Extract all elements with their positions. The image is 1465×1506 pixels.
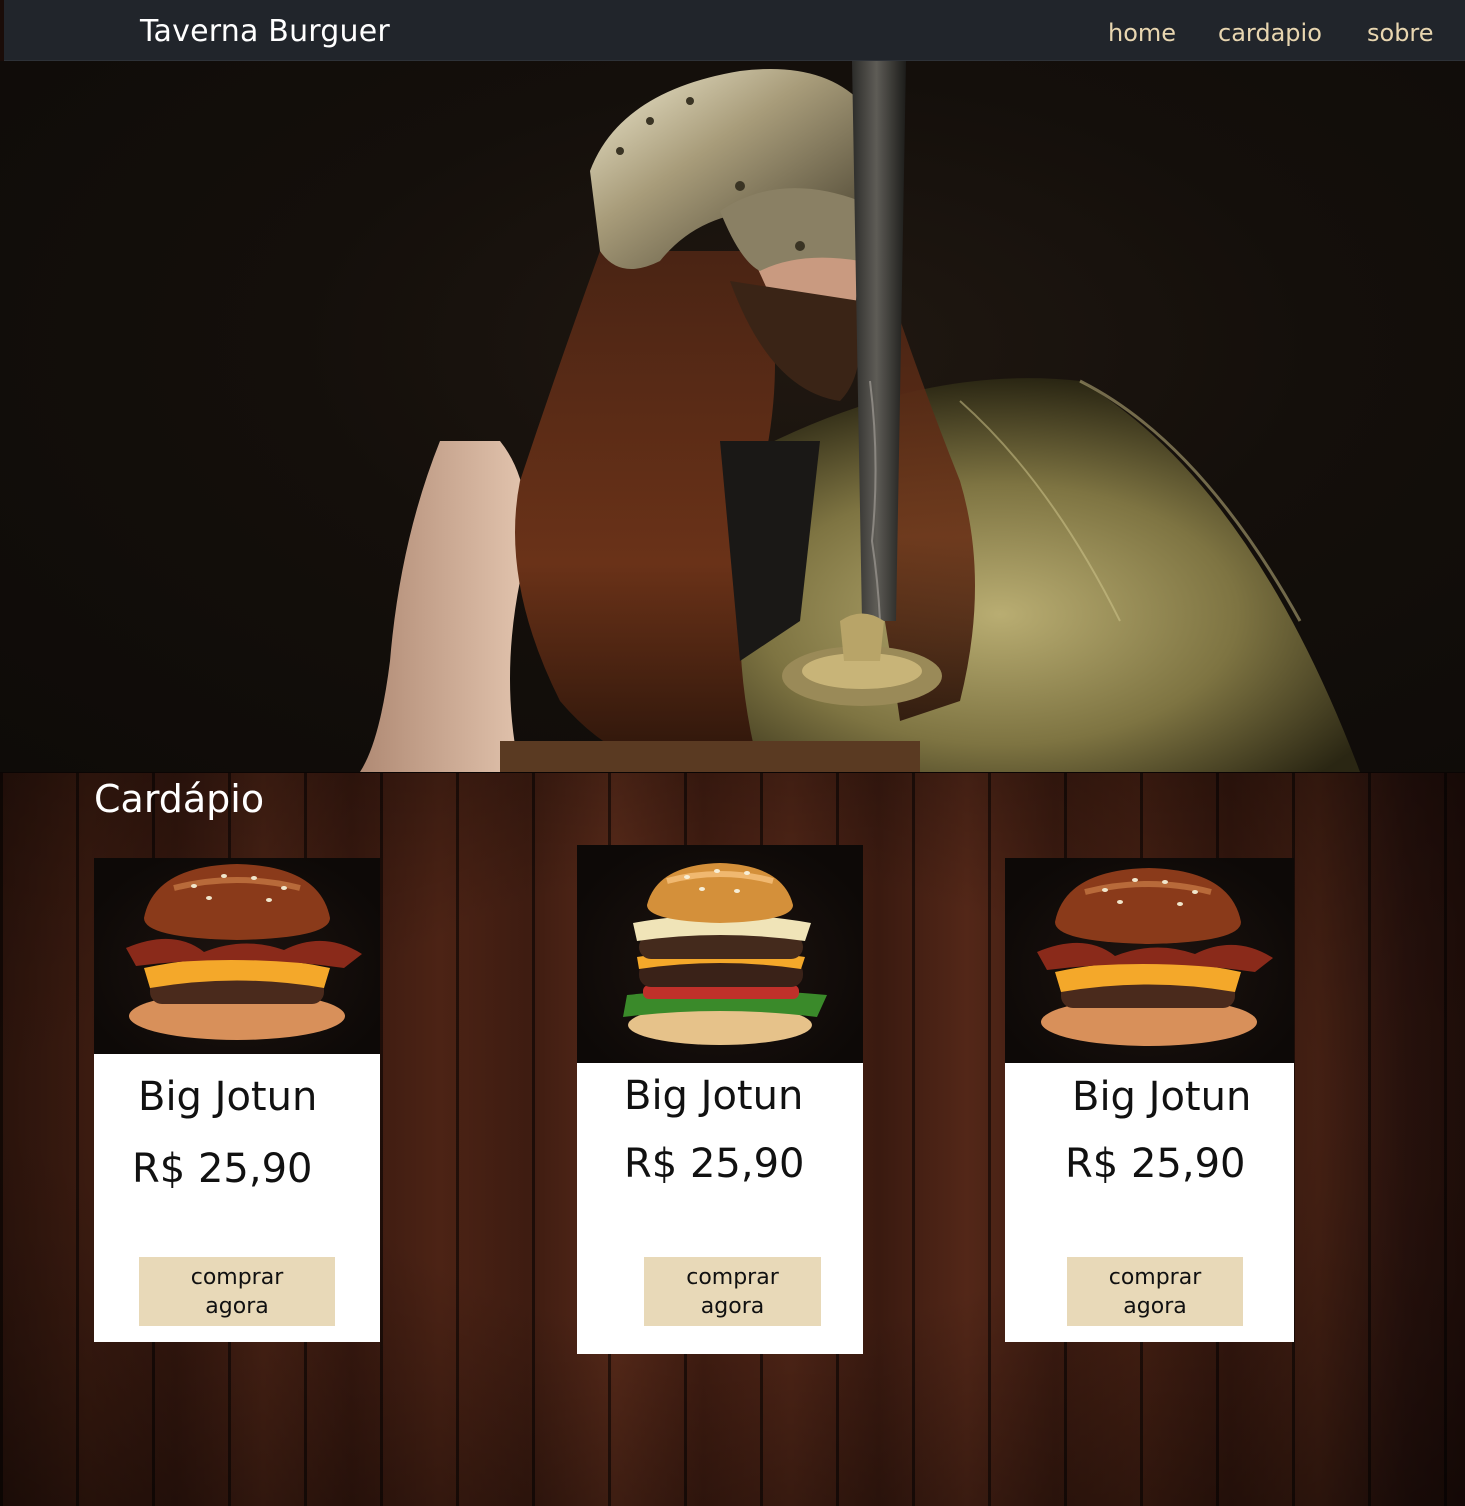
double-cheeseburger-icon — [623, 863, 827, 1045]
burger-image — [577, 845, 863, 1063]
menu-card: Big Jotun R$ 25,90 comprar agora — [94, 858, 380, 1342]
hero-banner — [0, 61, 1465, 772]
viking-warrior-image — [360, 61, 1360, 772]
bacon-cheeseburger-icon — [126, 864, 362, 1040]
burger-name: Big Jotun — [1072, 1074, 1252, 1120]
buy-now-button[interactable]: comprar agora — [644, 1257, 821, 1326]
menu-card: Big Jotun R$ 25,90 comprar agora — [1005, 858, 1294, 1342]
buy-now-button[interactable]: comprar agora — [139, 1257, 335, 1326]
burger-price: R$ 25,90 — [132, 1146, 313, 1192]
buy-now-label: comprar agora — [190, 1264, 284, 1319]
burger-price: R$ 25,90 — [624, 1141, 805, 1187]
nav-link-sobre[interactable]: sobre — [1367, 19, 1434, 47]
bacon-cheeseburger-icon — [1037, 868, 1273, 1046]
brand-logo-text[interactable]: Taverna Burguer — [140, 14, 390, 49]
buy-now-button[interactable]: comprar agora — [1067, 1257, 1243, 1326]
menu-card: Big Jotun R$ 25,90 comprar agora — [577, 845, 863, 1354]
nav-link-cardapio[interactable]: cardapio — [1218, 19, 1322, 47]
nav-link-home[interactable]: home — [1108, 19, 1176, 47]
burger-name: Big Jotun — [624, 1073, 804, 1119]
burger-price: R$ 25,90 — [1065, 1141, 1246, 1187]
burger-image — [1005, 858, 1294, 1063]
section-title: Cardápio — [94, 777, 265, 821]
buy-now-label: comprar agora — [686, 1264, 779, 1319]
menu-section: Cardápio Big Jotun R$ 25,90 comprar agor… — [0, 772, 1465, 1506]
burger-name: Big Jotun — [138, 1074, 318, 1120]
buy-now-label: comprar agora — [1108, 1264, 1202, 1319]
navbar: Taverna Burguer home cardapio sobre — [4, 0, 1465, 61]
burger-image — [94, 858, 380, 1054]
